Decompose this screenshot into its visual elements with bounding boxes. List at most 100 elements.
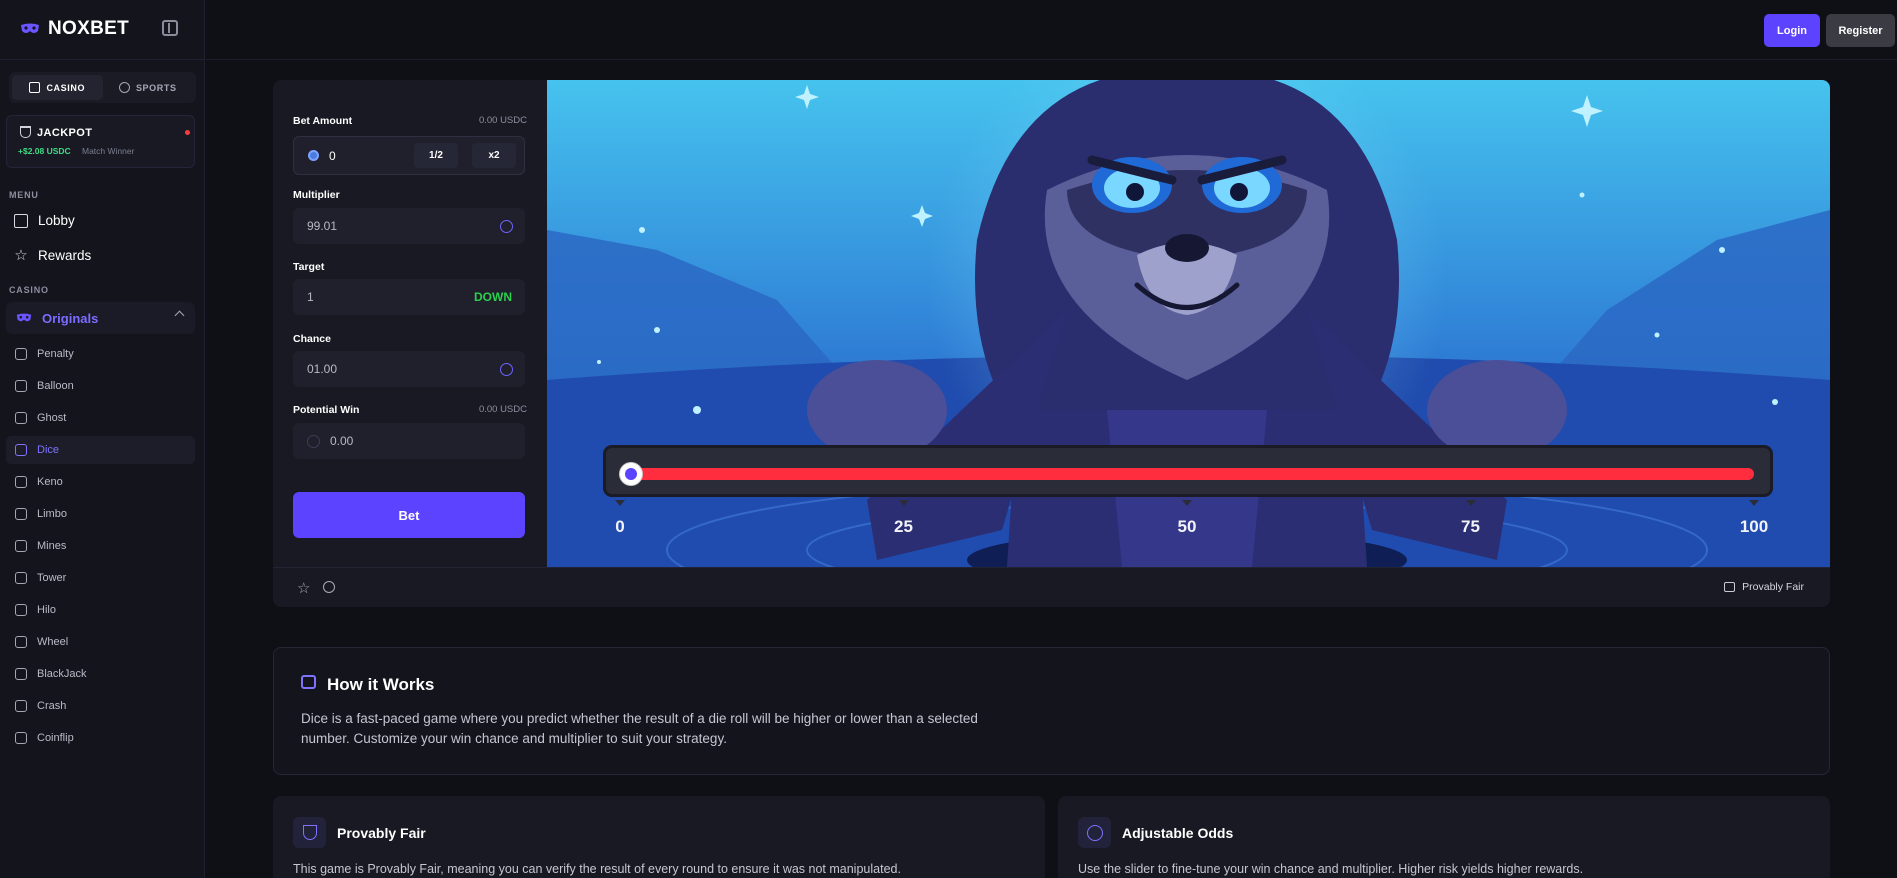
- sidebar-item-label: Ghost: [37, 412, 67, 424]
- tab-casino-label: CASINO: [46, 82, 86, 93]
- ghost-icon: [15, 412, 27, 424]
- tower-icon: [15, 572, 27, 584]
- casino-sports-toggle: CASINO SPORTS: [9, 72, 196, 103]
- target-input[interactable]: 1 DOWN: [293, 279, 525, 315]
- dice-slider[interactable]: [603, 445, 1773, 497]
- login-button[interactable]: Login: [1764, 14, 1820, 47]
- divider: [0, 59, 205, 60]
- slider-tick-mark: [1182, 500, 1192, 506]
- brand-name: NOXBET: [48, 18, 129, 39]
- sidebar-item-coinflip[interactable]: Coinflip: [6, 724, 195, 752]
- sidebar-item-label: Balloon: [37, 380, 74, 392]
- half-bet-button[interactable]: 1/2: [414, 143, 458, 168]
- bet-amount-label: Bet Amount: [293, 115, 353, 127]
- slider-tick-label: 0: [615, 517, 625, 536]
- mask-icon: [16, 313, 32, 322]
- provably-fair-label: Provably Fair: [1742, 581, 1804, 593]
- settings-gear-icon[interactable]: [323, 581, 335, 593]
- sidebar-item-lobby[interactable]: Lobby: [14, 213, 75, 228]
- home-icon: [14, 213, 28, 228]
- penalty-icon: [15, 348, 27, 360]
- sidebar-item-balloon[interactable]: Balloon: [6, 372, 195, 400]
- slider-track[interactable]: [620, 468, 1754, 480]
- feature-title: Provably Fair: [337, 825, 426, 841]
- sidebar-item-label: Crash: [37, 700, 67, 712]
- sidebar-item-label: Mines: [37, 540, 67, 552]
- sidebar-item-wheel[interactable]: Wheel: [6, 628, 195, 656]
- sidebar-item-rewards[interactable]: ☆ Rewards: [14, 246, 91, 264]
- sidebar-item-label: Keno: [37, 476, 63, 488]
- chance-label: Chance: [293, 333, 331, 345]
- logo[interactable]: NOXBET: [20, 18, 129, 40]
- multiplier-input[interactable]: 99.01: [293, 208, 525, 244]
- chance-input[interactable]: 01.00: [293, 351, 525, 387]
- chance-value: 01.00: [307, 362, 338, 376]
- bet-amount-balance: 0.00 USDC: [478, 115, 527, 126]
- direction-toggle[interactable]: DOWN: [474, 290, 512, 304]
- potential-win-balance: 0.00 USDC: [478, 404, 527, 415]
- slider-tick-mark: [898, 500, 909, 506]
- hexagon-icon: [1078, 817, 1111, 848]
- gem-icon: [15, 476, 27, 488]
- sidebar-item-label: Lobby: [38, 213, 75, 228]
- feature-card-provably-fair: Provably Fair This game is Provably Fair…: [273, 796, 1045, 878]
- sidebar-group-label: Originals: [42, 310, 99, 326]
- sidebar-item-label: Limbo: [37, 508, 67, 520]
- register-button[interactable]: Register: [1826, 14, 1895, 47]
- casino-section-label: CASINO: [9, 285, 49, 295]
- sidebar-item-limbo[interactable]: Limbo: [6, 500, 195, 528]
- sidebar-item-mines[interactable]: Mines: [6, 532, 195, 560]
- slider-tick-label: 50: [1177, 517, 1197, 536]
- favorite-star-icon[interactable]: ☆: [297, 579, 310, 597]
- tab-casino[interactable]: CASINO: [12, 75, 103, 100]
- sidebar-item-tower[interactable]: Tower: [6, 564, 195, 592]
- sidebar-item-dice[interactable]: Dice: [6, 436, 195, 464]
- jackpot-subtitle: Match Winner: [82, 146, 135, 156]
- how-it-works-text: Dice is a fast-paced game where you pred…: [301, 711, 978, 746]
- bet-controls: Bet Amount 0.00 USDC 0 1/2 x2 Multiplier…: [273, 80, 547, 567]
- multiplier-label: Multiplier: [293, 189, 340, 201]
- target-value: 1: [307, 290, 314, 304]
- jackpot-card[interactable]: JACKPOT +$2.08 USDC Match Winner: [6, 115, 195, 168]
- sidebar-item-keno[interactable]: Keno: [6, 468, 195, 496]
- casino-icon: [29, 82, 41, 93]
- slider-tick-label: 25: [894, 517, 913, 536]
- usdc-coin-icon: [308, 150, 319, 161]
- mines-icon: [15, 540, 27, 552]
- star-icon: ☆: [14, 246, 28, 264]
- how-it-works-card: How it Works Dice is a fast-paced game w…: [273, 647, 1830, 775]
- potential-win-value: 0.00: [330, 434, 354, 448]
- limbo-icon: [15, 508, 27, 520]
- scale-icon: [1724, 582, 1736, 592]
- feature-text: This game is Provably Fair, meaning you …: [293, 862, 901, 876]
- bet-amount-input[interactable]: 0 1/2 x2: [293, 136, 525, 175]
- sidebar-item-penalty[interactable]: Penalty: [6, 340, 195, 368]
- target-label: Target: [293, 261, 325, 273]
- slider-tick-label: 75: [1461, 517, 1480, 536]
- chance-ring-icon: [500, 363, 513, 376]
- sidebar-item-blackjack[interactable]: BlackJack: [6, 660, 195, 688]
- slider-tick-label: 100: [1739, 517, 1769, 536]
- sidebar-item-label: Wheel: [37, 636, 69, 648]
- tab-sports[interactable]: SPORTS: [103, 75, 194, 100]
- sidebar-group-originals[interactable]: Originals: [6, 302, 195, 334]
- chevron-up-icon: [174, 310, 185, 321]
- game-artwork: 0 25 50 75 100: [547, 80, 1830, 567]
- double-bet-button[interactable]: x2: [472, 143, 516, 168]
- dice-icon: [15, 444, 27, 456]
- provably-fair-link[interactable]: Provably Fair: [1724, 581, 1804, 593]
- slider-handle[interactable]: [620, 463, 643, 485]
- sidebar-item-ghost[interactable]: Ghost: [6, 404, 195, 432]
- collapse-sidebar-icon[interactable]: [162, 20, 178, 36]
- coin-outline-icon: [307, 434, 320, 448]
- rocket-icon: [15, 700, 27, 712]
- feature-card-adjustable-odds: Adjustable Odds Use the slider to fine-t…: [1058, 796, 1830, 878]
- shield-icon: [293, 817, 326, 848]
- jackpot-amount: +$2.08 USDC: [18, 146, 71, 156]
- bet-amount-value: 0: [329, 148, 336, 163]
- sidebar-item-crash[interactable]: Crash: [6, 692, 195, 720]
- sidebar-item-hilo[interactable]: Hilo: [6, 596, 195, 624]
- bet-button[interactable]: Bet: [293, 492, 525, 538]
- multiplier-value: 99.01: [307, 219, 338, 233]
- game-footer: ☆ Provably Fair: [273, 567, 1830, 607]
